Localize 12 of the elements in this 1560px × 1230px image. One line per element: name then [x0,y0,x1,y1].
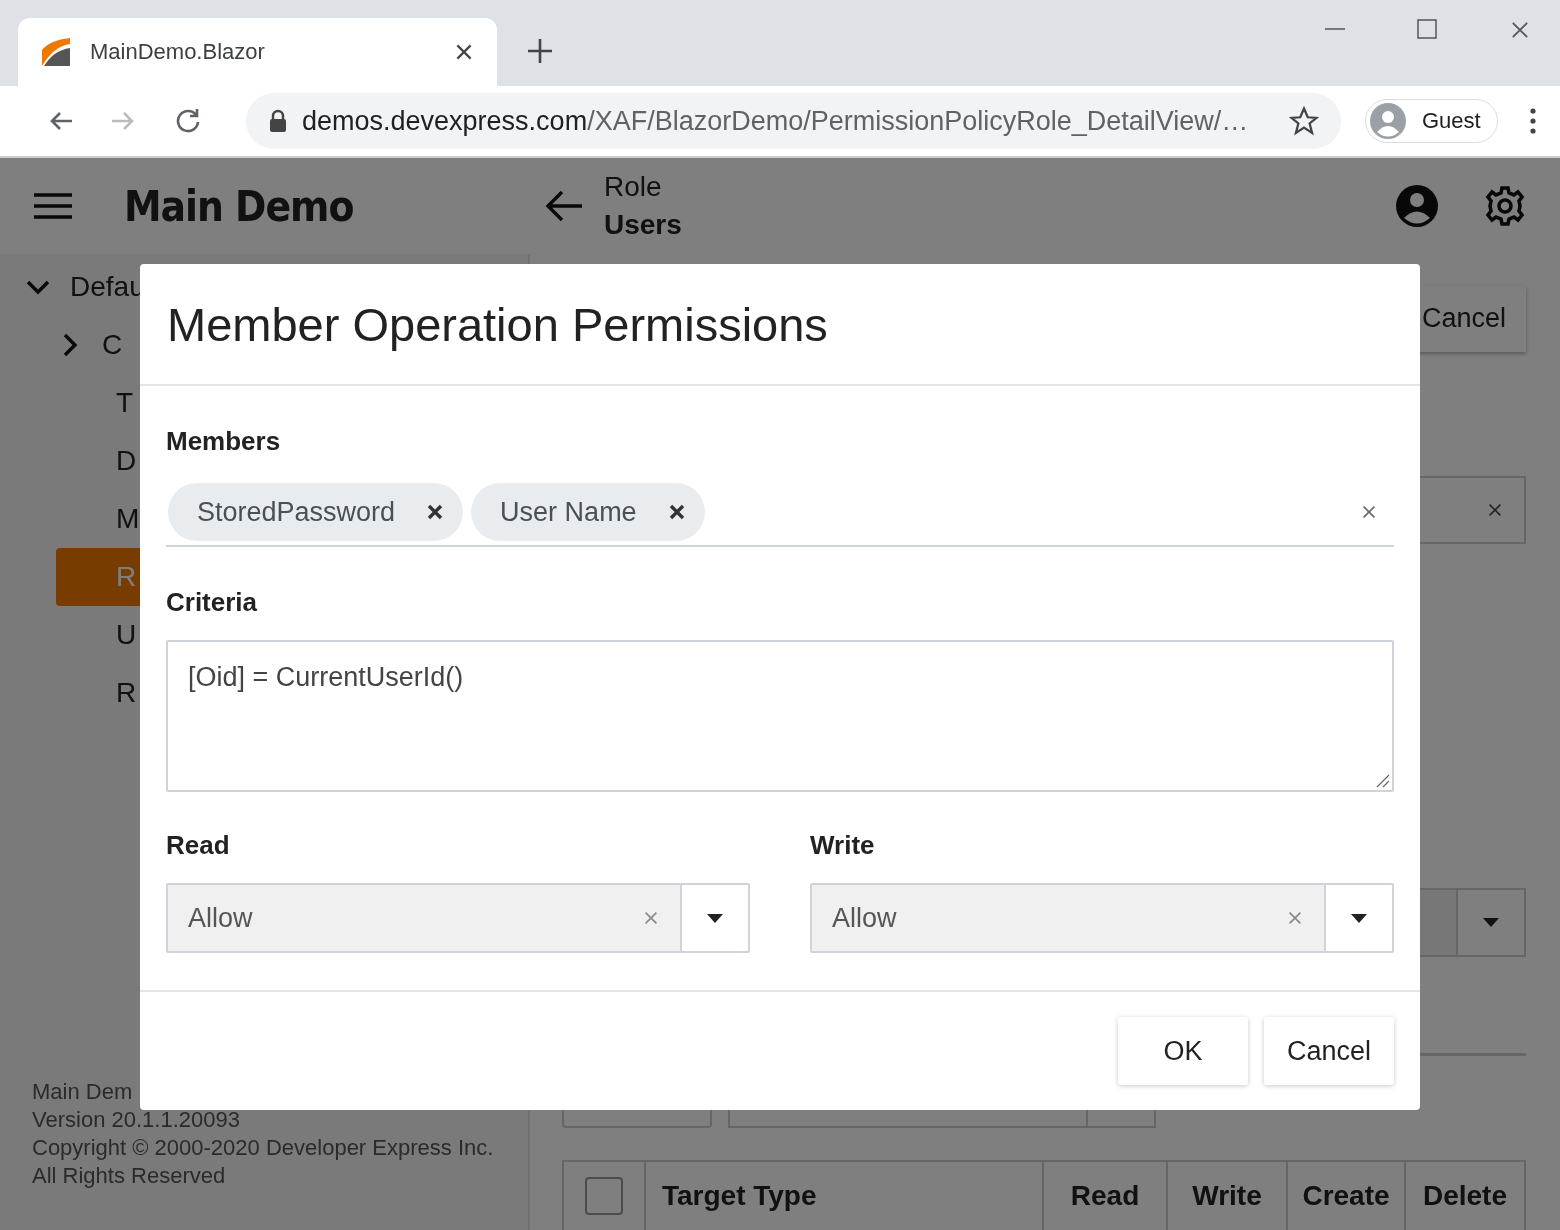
app-title: Main Demo [124,181,355,231]
view-title: Users [604,208,682,242]
footer-text: Main Dem [32,1078,134,1106]
field-label: Read [166,830,231,861]
breadcrumb-parent: Role [604,170,663,204]
field-label: Criteria [166,587,259,618]
footer-text: All Rights Reserved [32,1162,227,1190]
field-label: Members [166,426,282,457]
field-label: Write [810,830,876,861]
footer-text: Version 20.1.1.20093 [32,1106,241,1134]
footer-text: Copyright © 2000-2020 Developer Express Inc. [32,1134,495,1162]
dialog-title: Member Operation Permissions [167,296,828,352]
